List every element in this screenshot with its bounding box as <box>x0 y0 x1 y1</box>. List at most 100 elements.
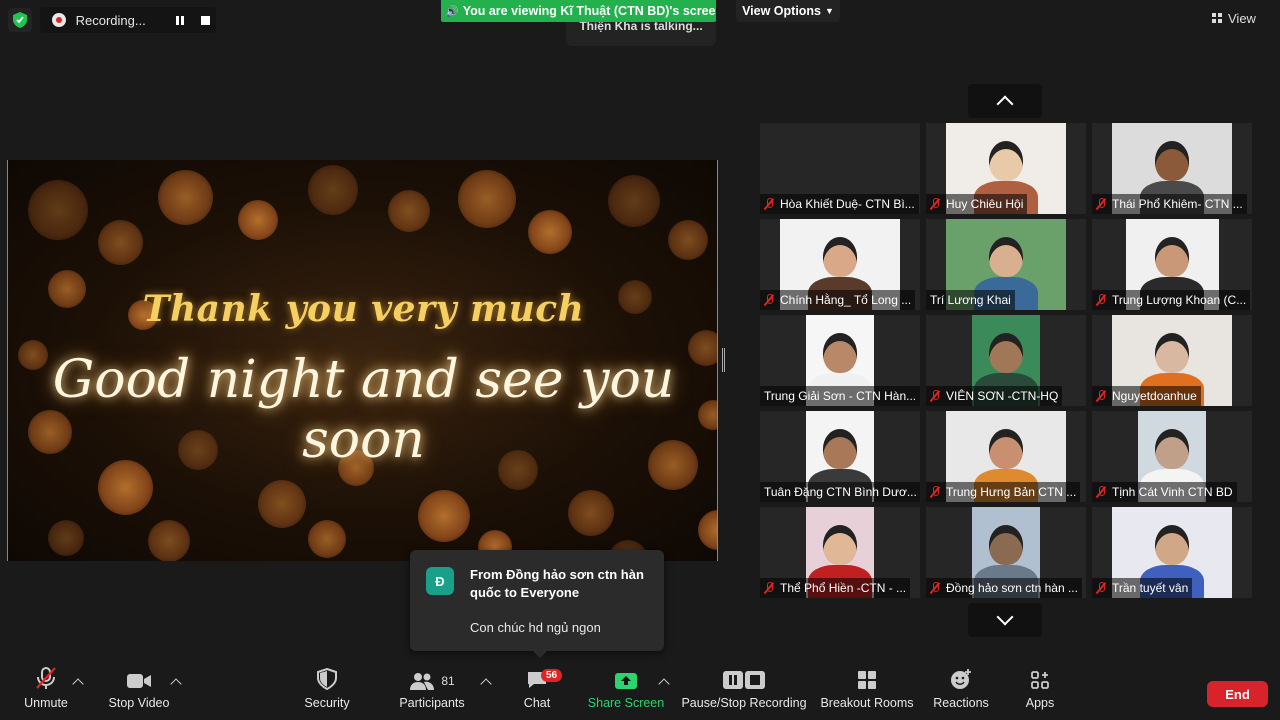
participant-tile[interactable]: VIÊN SƠN -CTN-HQ <box>926 315 1086 406</box>
stop-video-label: Stop Video <box>108 696 170 710</box>
muted-mic-icon <box>764 294 774 306</box>
muted-mic-icon <box>764 582 774 594</box>
chevron-down-icon <box>996 608 1014 626</box>
gallery-page-down-button[interactable] <box>968 603 1042 637</box>
gallery-page-up-button[interactable] <box>968 84 1042 118</box>
participant-tile[interactable]: Chính Hằng_ Tổ Long ... <box>760 219 920 310</box>
participant-tile[interactable]: Tịnh Cát Vinh CTN BD <box>1092 411 1252 502</box>
participant-tile[interactable]: Trần tuyết vân <box>1092 507 1252 598</box>
participant-name-label: Tuân Đặng CTN Bình Dươ... <box>760 482 920 502</box>
viewing-banner-text: You are viewing Kĩ Thuật (CTN BD)'s scre… <box>462 4 716 18</box>
view-label: View <box>1228 10 1256 26</box>
bokeh-light <box>308 165 358 215</box>
participants-label: Participants <box>399 696 465 710</box>
breakout-rooms-button[interactable]: Breakout Rooms <box>820 664 914 720</box>
chat-unread-badge: 56 <box>541 669 563 682</box>
reactions-button[interactable]: Reactions <box>930 664 992 720</box>
participant-name: Huy Chiêu Hội <box>946 197 1024 211</box>
participant-name-label: Thái Phổ Khiêm- CTN ... <box>1092 194 1247 214</box>
security-button[interactable]: Security <box>300 664 354 720</box>
grid-icon <box>1212 13 1222 23</box>
encryption-shield-icon[interactable] <box>8 8 32 32</box>
participant-name: Trung Hưng Bản CTN ... <box>946 485 1077 499</box>
participant-tile[interactable]: Tuân Đặng CTN Bình Dươ... <box>760 411 920 502</box>
participant-tile[interactable]: Huy Chiêu Hội <box>926 123 1086 214</box>
chat-sender: From Đồng hảo sơn ctn hàn quốc to Everyo… <box>470 567 644 600</box>
audio-options-caret[interactable] <box>72 678 84 690</box>
apps-button[interactable]: Apps <box>1018 664 1062 720</box>
participant-tile[interactable]: Trung Giải Sơn - CTN Hàn... <box>760 315 920 406</box>
pause-stop-recording-icon <box>722 664 766 692</box>
muted-mic-icon <box>1096 198 1106 210</box>
participant-name: Trần tuyết vân <box>1112 581 1189 595</box>
participant-tile[interactable]: Đồng hảo sơn ctn hàn ... <box>926 507 1086 598</box>
participant-tile[interactable]: Thể Phổ Hiền -CTN - ... <box>760 507 920 598</box>
participants-options-caret[interactable] <box>480 678 492 690</box>
participants-count: 81 <box>441 674 455 688</box>
muted-microphone-icon <box>35 664 57 692</box>
participant-tile[interactable]: Trí Lương Khai <box>926 219 1086 310</box>
participant-name-label: Nguyetdoanhue <box>1092 386 1201 406</box>
participant-name: Trí Lương Khai <box>930 293 1011 307</box>
unmute-button[interactable]: Unmute <box>18 664 74 720</box>
muted-mic-icon <box>1096 294 1106 306</box>
participant-name: Tuân Đặng CTN Bình Dươ... <box>764 485 917 499</box>
participant-name: Tịnh Cát Vinh CTN BD <box>1112 485 1233 499</box>
participant-name-label: Đồng hảo sơn ctn hàn ... <box>926 578 1082 598</box>
recording-dot-icon <box>52 13 66 27</box>
zoom-meeting-window: Recording... Thiện Kha is talking... 🔊 Y… <box>0 0 1280 720</box>
muted-mic-icon <box>930 582 940 594</box>
security-label: Security <box>304 696 350 710</box>
bokeh-light <box>258 480 306 528</box>
muted-mic-icon <box>1096 486 1106 498</box>
participant-name-label: Trí Lương Khai <box>926 290 1015 310</box>
pause-recording-button[interactable] <box>169 9 190 31</box>
muted-mic-icon <box>1096 582 1106 594</box>
participant-name-label: VIÊN SƠN -CTN-HQ <box>926 386 1063 406</box>
participant-name-label: Thể Phổ Hiền -CTN - ... <box>760 578 911 598</box>
bokeh-light <box>458 170 516 228</box>
bokeh-light <box>98 220 143 265</box>
participants-icon: 81 <box>409 664 455 692</box>
pause-stop-recording-label: Pause/Stop Recording <box>681 696 807 710</box>
view-options-button[interactable]: View Options ▼ <box>736 0 840 22</box>
meeting-toolbar: Unmute Stop Video Security 81 Participan… <box>0 664 1280 720</box>
participant-tile[interactable]: Trung Lượng Khoan (C... <box>1092 219 1252 310</box>
stop-video-button[interactable]: Stop Video <box>104 664 174 720</box>
bokeh-light <box>568 490 614 536</box>
apps-label: Apps <box>1025 696 1055 710</box>
share-screen-button[interactable]: Share Screen <box>588 664 664 720</box>
participant-tile[interactable]: Trung Hưng Bản CTN ... <box>926 411 1086 502</box>
stop-recording-button[interactable] <box>195 9 216 31</box>
breakout-rooms-label: Breakout Rooms <box>820 696 914 710</box>
participant-name: Thể Phổ Hiền -CTN - ... <box>780 581 907 595</box>
view-button[interactable]: View <box>1212 6 1272 30</box>
bokeh-light <box>668 220 708 260</box>
chevron-down-icon: ▼ <box>825 6 834 16</box>
chat-notification-popup[interactable]: Đ From Đồng hảo sơn ctn hàn quốc to Ever… <box>410 550 664 658</box>
participant-tile[interactable]: Hòa Khiết Duệ- CTN Bì... <box>760 123 920 214</box>
muted-mic-icon <box>1096 390 1106 402</box>
bokeh-light <box>418 490 470 542</box>
bokeh-light <box>238 200 278 240</box>
chat-message: Con chúc hd ngủ ngon <box>470 620 601 635</box>
participant-name: Đồng hảo sơn ctn hàn ... <box>946 581 1078 595</box>
resize-splitter[interactable] <box>722 348 725 372</box>
reactions-label: Reactions <box>933 696 989 710</box>
bokeh-light <box>28 180 88 240</box>
participant-tile[interactable]: Thái Phổ Khiêm- CTN ... <box>1092 123 1252 214</box>
participant-name-label: Huy Chiêu Hội <box>926 194 1028 214</box>
bokeh-light <box>528 210 572 254</box>
bokeh-light <box>388 190 430 232</box>
participant-name: Chính Hằng_ Tổ Long ... <box>780 293 912 307</box>
participant-name-label: Tịnh Cát Vinh CTN BD <box>1092 482 1237 502</box>
chat-label: Chat <box>523 696 551 710</box>
bokeh-light <box>308 520 346 558</box>
participant-name-label: Trần tuyết vân <box>1092 578 1193 598</box>
pause-stop-recording-button[interactable]: Pause/Stop Recording <box>681 664 807 720</box>
good-night-text: Good night and see you soon <box>52 350 675 470</box>
participants-button[interactable]: 81 Participants <box>396 664 468 720</box>
muted-mic-icon <box>930 486 940 498</box>
participant-tile[interactable]: Nguyetdoanhue <box>1092 315 1252 406</box>
end-meeting-button[interactable]: End <box>1207 681 1268 707</box>
